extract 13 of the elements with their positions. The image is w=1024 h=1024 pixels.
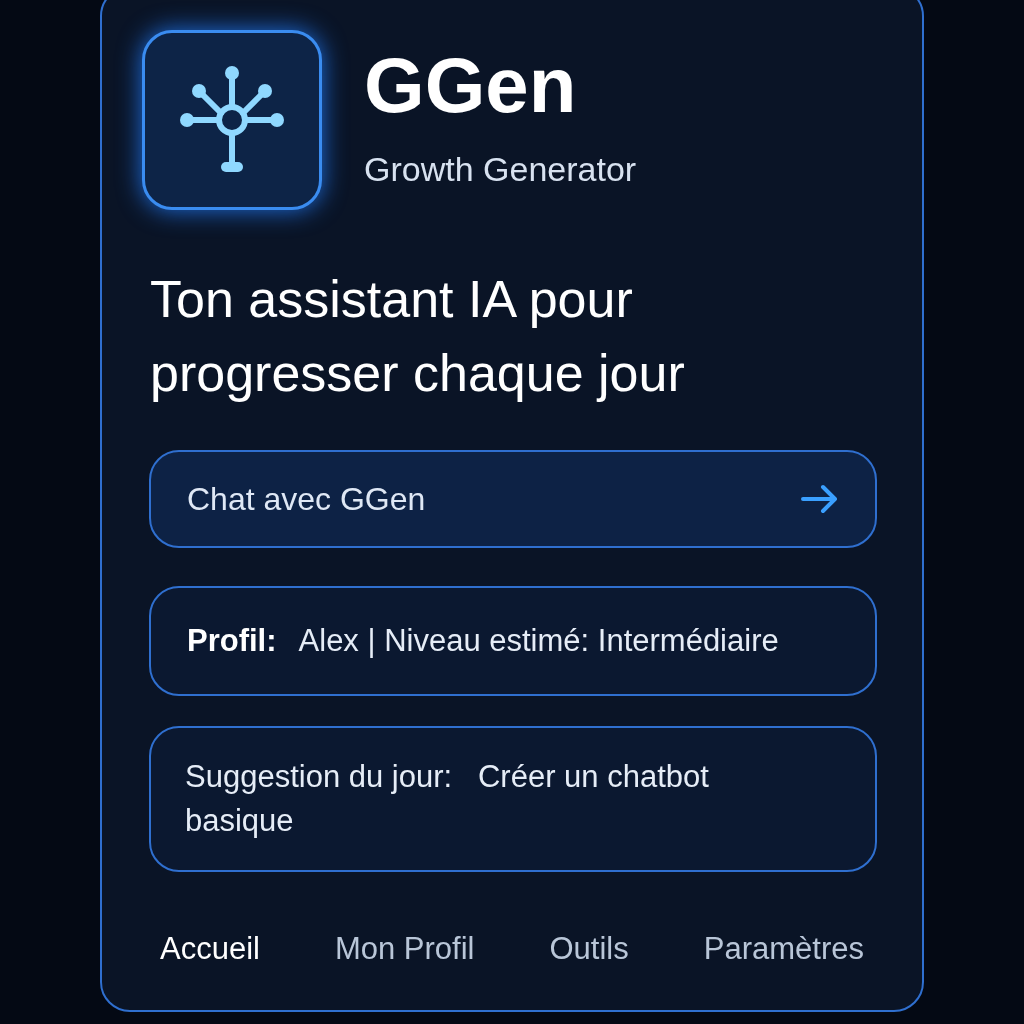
profile-value: Alex | Niveau estimé: Intermédiaire (298, 621, 779, 660)
profile-label: Profil: (187, 621, 277, 660)
nav-tab[interactable]: Mon Profil (334, 926, 475, 973)
arrow-right-icon (799, 483, 839, 515)
app-subtitle: Growth Generator (364, 148, 637, 190)
nav-tab[interactable]: Outils (549, 926, 629, 973)
nav-tab[interactable]: Paramètres (703, 926, 864, 973)
network-node-icon (177, 65, 287, 175)
chat-button[interactable]: Chat avec GGen (149, 450, 877, 548)
nav-tab[interactable]: Accueil (160, 926, 260, 973)
suggestion-text: Suggestion du jour: Créer un chatbot basique (185, 758, 710, 840)
app-name: GGen (364, 45, 578, 124)
headline: Ton assistant IA pour progresser chaque jour (149, 269, 686, 404)
